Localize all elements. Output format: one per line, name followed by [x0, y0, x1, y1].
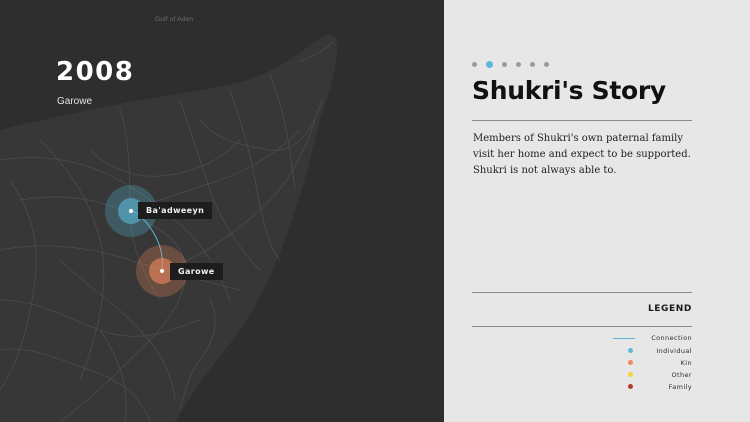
legend-label: Other	[671, 371, 692, 379]
map-panel[interactable]: Gulf of Aden 2008 Garowe Ba'adweeyn Garo…	[0, 0, 444, 422]
legend-label: Family	[668, 383, 692, 391]
story-title: Shukri's Story	[472, 76, 666, 105]
legend-item-other: Other	[499, 369, 692, 381]
divider	[472, 326, 692, 327]
story-body: Members of Shukri's own paternal family …	[473, 133, 691, 176]
page-dot-active[interactable]	[486, 61, 493, 68]
individual-dot-icon	[628, 348, 633, 353]
legend-item-kin: Kin	[499, 357, 692, 369]
legend-label: Individual	[656, 347, 692, 355]
story-panel: Shukri's Story Members of Shukri's own p…	[444, 0, 750, 422]
story-pagination	[472, 61, 549, 68]
kin-dot-icon	[628, 360, 633, 365]
page-dot[interactable]	[502, 62, 507, 67]
family-dot-icon	[628, 384, 633, 389]
divider	[472, 292, 692, 293]
pin-label-baadweeyn[interactable]: Ba'adweeyn	[138, 202, 213, 219]
page-dot[interactable]	[530, 62, 535, 67]
legend-item-family: Family	[499, 381, 692, 393]
legend-item-connection: Connection	[499, 332, 692, 344]
legend-title: LEGEND	[647, 304, 692, 314]
legend-label: Kin	[680, 359, 692, 367]
legend-item-individual: Individual	[499, 345, 692, 357]
pin-label-garowe[interactable]: Garowe	[170, 263, 223, 280]
page-dot[interactable]	[472, 62, 477, 67]
page-dot[interactable]	[516, 62, 521, 67]
divider	[472, 120, 692, 121]
connection-swatch	[613, 338, 635, 339]
other-dot-icon	[628, 372, 633, 377]
sea-label: Gulf of Aden	[155, 16, 194, 23]
place-subheading: Garowe	[57, 96, 93, 107]
legend-label: Connection	[651, 334, 692, 342]
year-heading: 2008	[56, 57, 135, 87]
page-dot[interactable]	[544, 62, 549, 67]
